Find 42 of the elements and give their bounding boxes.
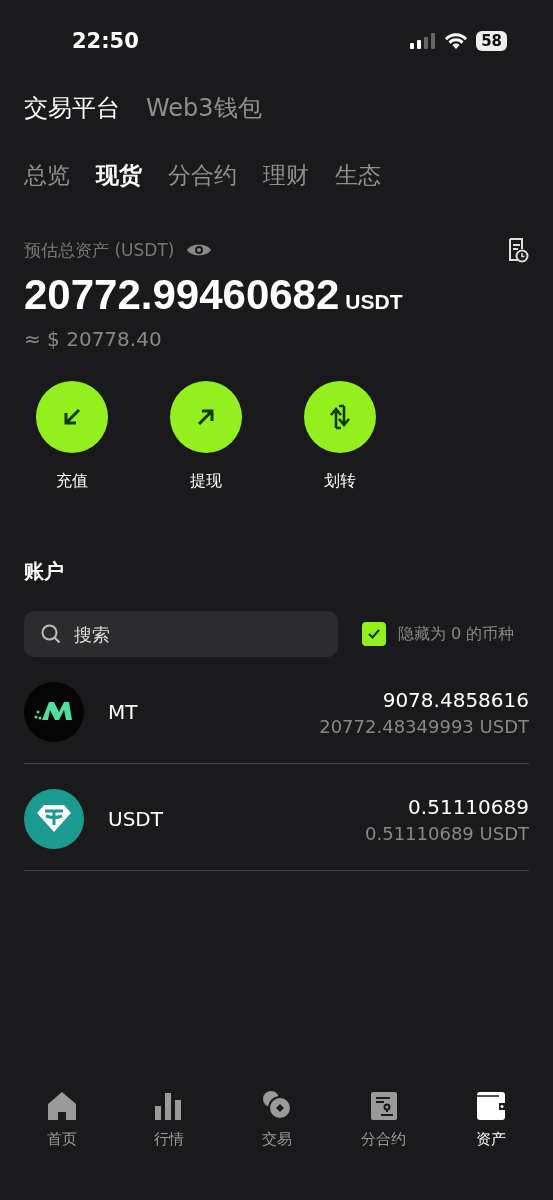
coin-value: 0.51110689 USDT xyxy=(365,822,529,844)
nav-tab[interactable]: 分合约 xyxy=(351,1090,416,1200)
coin-logo-icon xyxy=(24,682,84,742)
status-time: 22:50 xyxy=(72,29,139,53)
asset-tab[interactable]: 生态 xyxy=(335,160,381,191)
home-icon xyxy=(46,1090,78,1122)
asset-tab[interactable]: 现货 xyxy=(96,160,142,191)
search-icon xyxy=(40,623,62,645)
signal-icon xyxy=(410,33,437,49)
balance-label: 预估总资产 (USDT) xyxy=(24,238,175,262)
fiat-balance: ≈ $ 20778.40 xyxy=(24,327,162,351)
total-balance: 20772.99460682 xyxy=(24,271,340,319)
action-label: 充值 xyxy=(56,471,88,492)
nav-tab[interactable]: 首页 xyxy=(30,1090,94,1200)
checkbox-label: 隐藏为 0 的币种 xyxy=(398,623,515,645)
coin-symbol: MT xyxy=(108,700,138,724)
coin-value: 20772.48349993 USDT xyxy=(319,715,529,737)
platform-tab[interactable]: 交易平台 xyxy=(24,92,120,124)
search-field[interactable]: 搜索 xyxy=(24,611,338,657)
checkbox[interactable] xyxy=(362,622,386,646)
eye-icon[interactable] xyxy=(186,242,213,258)
transfer-icon xyxy=(327,404,353,430)
nav-tab[interactable]: 资产 xyxy=(459,1090,523,1200)
balance-unit: USDT xyxy=(345,290,403,314)
history-icon[interactable] xyxy=(507,237,529,263)
coin-symbol: USDT xyxy=(108,807,163,831)
nav-tab[interactable]: 交易 xyxy=(244,1090,309,1200)
section-title: 账户 xyxy=(24,558,64,585)
coin-amount: 0.51110689 xyxy=(408,794,529,819)
wallet-icon xyxy=(475,1090,507,1122)
wifi-icon xyxy=(444,32,469,50)
asset-tab[interactable]: 总览 xyxy=(24,160,70,191)
tether-logo-icon xyxy=(24,789,84,849)
action-label: 提现 xyxy=(190,471,222,492)
platform-tab[interactable]: Web3钱包 xyxy=(146,92,262,124)
coin-amount: 9078.4858616 xyxy=(382,687,529,712)
asset-tab[interactable]: 分合约 xyxy=(168,160,237,191)
battery-indicator: 58 xyxy=(476,31,507,51)
nav-tab[interactable]: 行情 xyxy=(137,1090,202,1200)
asset-tab[interactable]: 理财 xyxy=(263,160,309,191)
action-label: 划转 xyxy=(324,471,356,492)
checkmark-icon xyxy=(367,628,381,640)
